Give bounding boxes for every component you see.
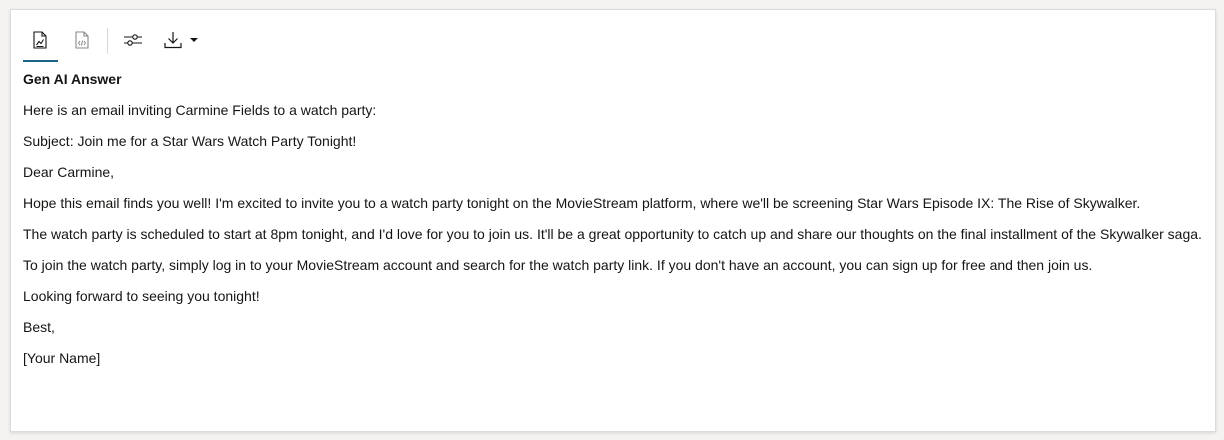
email-intro: Here is an email inviting Carmine Fields…: [23, 102, 377, 118]
email-body-paragraph: Hope this email finds you well! I'm exci…: [23, 195, 1141, 211]
code-document-icon: [75, 31, 89, 49]
answer-heading: Gen AI Answer: [23, 71, 122, 87]
email-body-paragraph: The watch party is scheduled to start at…: [23, 226, 1202, 242]
email-greeting: Dear Carmine,: [23, 164, 115, 180]
email-signoff: Best,: [23, 319, 55, 335]
caret-down-icon: [190, 38, 198, 42]
selected-tab-indicator: [23, 60, 58, 62]
email-closing-line: Looking forward to seeing you tonight!: [23, 288, 260, 304]
chart-view-tab[interactable]: [30, 28, 50, 52]
toolbar-separator: [107, 28, 108, 54]
chart-document-icon: [33, 31, 47, 49]
answer-content: Gen AI Answer Here is an email inviting …: [23, 71, 1203, 381]
download-menu-button[interactable]: [161, 28, 201, 52]
gen-ai-answer-panel: Gen AI Answer Here is an email inviting …: [10, 9, 1216, 432]
sliders-icon: [124, 34, 142, 46]
settings-button[interactable]: [122, 28, 144, 52]
email-body-paragraph: To join the watch party, simply log in t…: [23, 257, 1093, 273]
email-signature: [Your Name]: [23, 350, 101, 366]
code-view-tab[interactable]: [72, 28, 92, 52]
download-icon: [164, 32, 182, 49]
toolbar: [11, 10, 1215, 68]
email-subject: Subject: Join me for a Star Wars Watch P…: [23, 133, 357, 149]
